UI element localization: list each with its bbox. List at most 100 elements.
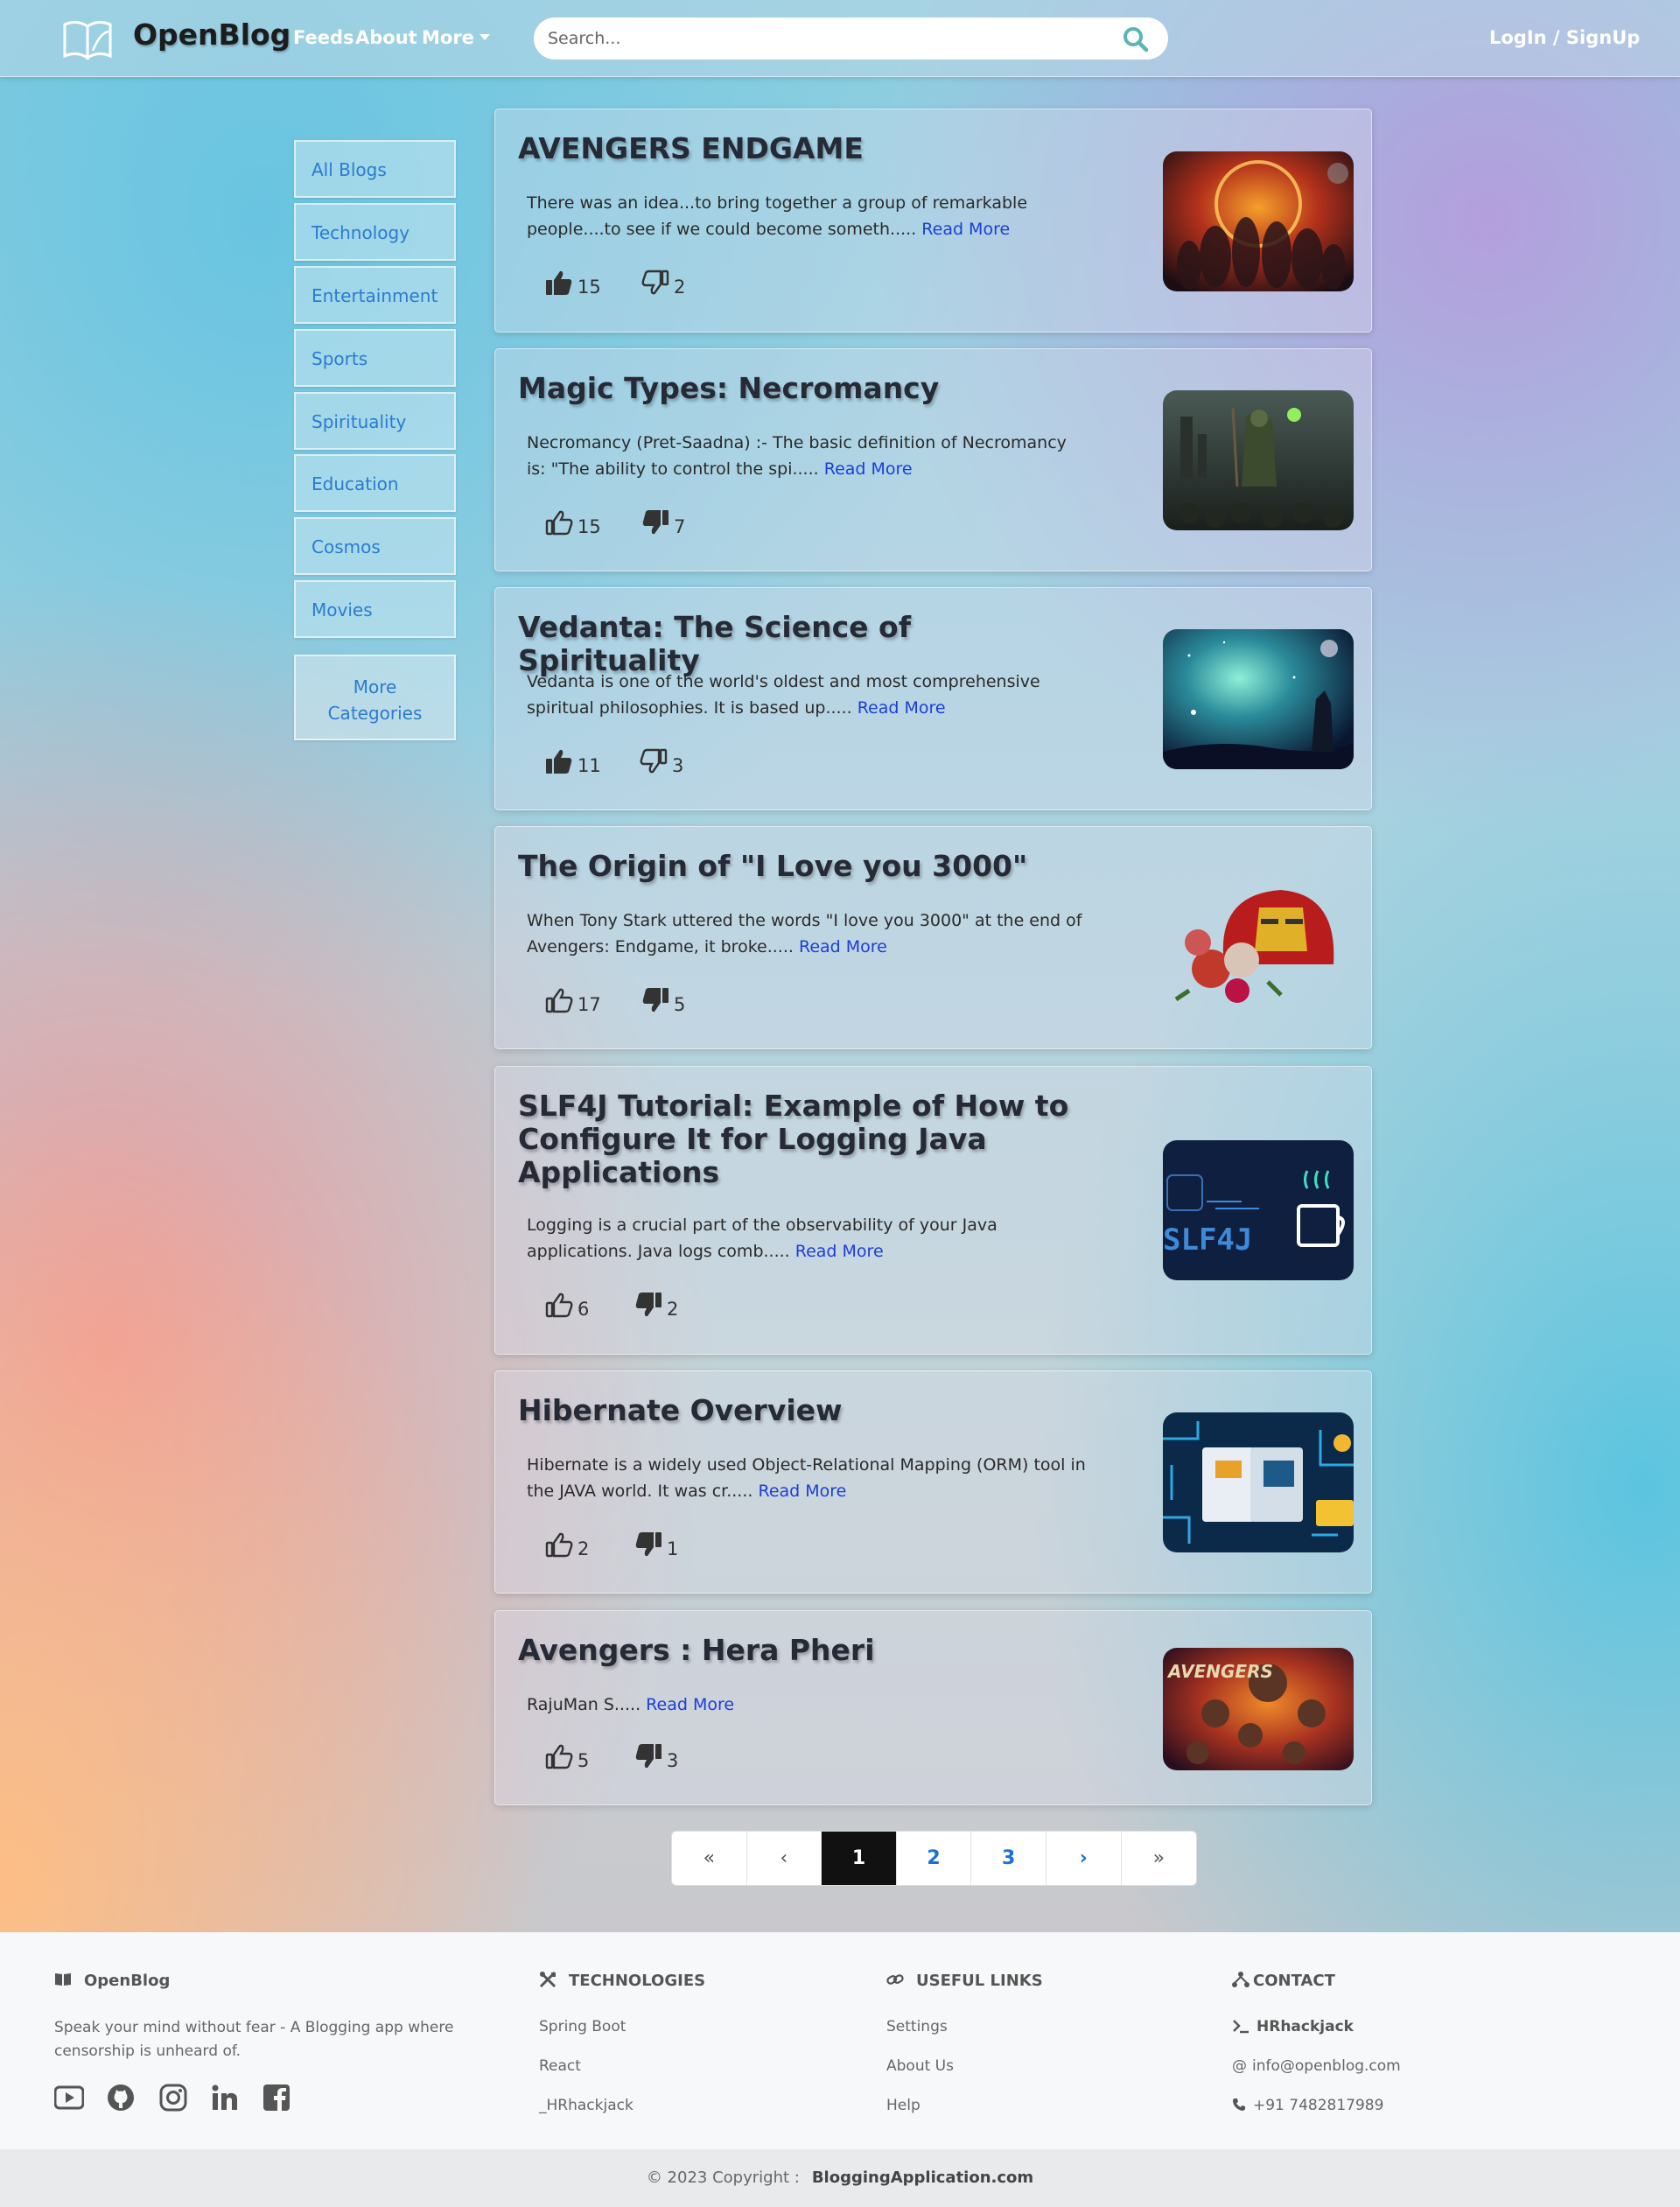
youtube-icon[interactable] <box>54 2083 84 2112</box>
github-icon[interactable] <box>106 2083 136 2112</box>
ironman-helmet-image[interactable] <box>1163 868 1354 1008</box>
link-icon <box>886 1974 904 1985</box>
dislike-button[interactable]: 7 <box>640 508 685 537</box>
like-button[interactable]: 6 <box>544 1291 589 1320</box>
dislike-button[interactable]: 2 <box>640 269 685 298</box>
category-movies[interactable]: Movies <box>294 580 456 638</box>
post-excerpt-text: Logging is a crucial part of the observa… <box>527 1216 998 1261</box>
page-2-button[interactable]: 2 <box>896 1832 972 1885</box>
post-title[interactable]: Vedanta: The Science of Spirituality <box>518 611 1078 677</box>
read-more-link[interactable]: Read More <box>858 698 946 718</box>
more-categories-button[interactable]: More Categories <box>294 655 456 740</box>
dislike-button[interactable]: 5 <box>640 986 685 1015</box>
category-spirituality[interactable]: Spirituality <box>294 392 456 450</box>
book-icon <box>55 1973 71 1986</box>
footer-link-react[interactable]: React <box>539 2057 581 2075</box>
dislike-count: 1 <box>667 1538 679 1559</box>
post-title[interactable]: SLF4J Tutorial: Example of How to Config… <box>518 1089 1078 1189</box>
post-title[interactable]: Magic Types: Necromancy <box>518 372 1078 405</box>
post-title[interactable]: AVENGERS ENDGAME <box>518 132 1078 165</box>
post-excerpt: There was an idea...to bring together a … <box>527 190 1087 242</box>
contact-email[interactable]: @ info@openblog.com <box>1232 2057 1401 2075</box>
read-more-link[interactable]: Read More <box>795 1242 884 1261</box>
footer-link-settings[interactable]: Settings <box>886 2018 948 2035</box>
post-excerpt: Vedanta is one of the world's oldest and… <box>527 669 1087 721</box>
like-button[interactable]: 15 <box>544 508 601 537</box>
linkedin-icon[interactable] <box>210 2083 240 2112</box>
login-signup-link[interactable]: LogIn / SignUp <box>1489 27 1640 48</box>
dislike-button[interactable]: 1 <box>634 1531 678 1559</box>
facebook-icon[interactable] <box>262 2083 291 2112</box>
instagram-icon[interactable] <box>158 2083 188 2112</box>
terminal-icon <box>1233 2020 1249 2034</box>
page-3-button[interactable]: 3 <box>971 1832 1046 1885</box>
thumbs-up-filled-icon <box>544 269 574 297</box>
footer-tagline: Speak your mind without fear - A Bloggin… <box>54 2019 454 2060</box>
dislike-button[interactable]: 2 <box>634 1291 678 1320</box>
hera-pheri-poster-image[interactable]: AVENGERS <box>1163 1648 1354 1770</box>
read-more-link[interactable]: Read More <box>646 1695 734 1714</box>
poster-title-text: AVENGERS <box>1166 1661 1273 1682</box>
at-sign-icon: @ <box>1232 2057 1247 2075</box>
useful-links-heading-text: USEFUL LINKS <box>916 1972 1043 1990</box>
like-button[interactable]: 11 <box>544 747 601 776</box>
like-button[interactable]: 2 <box>544 1531 589 1559</box>
brand-name[interactable]: OpenBlog <box>133 18 290 52</box>
nav-about[interactable]: About <box>355 27 417 48</box>
like-count: 6 <box>578 1299 590 1320</box>
read-more-link[interactable]: Read More <box>799 937 887 956</box>
nav-more-dropdown[interactable]: More <box>422 27 490 48</box>
category-entertainment[interactable]: Entertainment <box>294 266 456 324</box>
page-next-button[interactable]: › <box>1046 1832 1122 1885</box>
read-more-link[interactable]: Read More <box>921 220 1010 239</box>
nav-feeds[interactable]: Feeds <box>293 27 354 48</box>
avengers-poster-image[interactable] <box>1163 151 1354 291</box>
contact-phone[interactable]: +91 7482817989 <box>1232 2097 1383 2114</box>
search-icon[interactable] <box>1122 25 1150 53</box>
footer-link-about-us[interactable]: About Us <box>886 2057 954 2075</box>
footer-link-help[interactable]: Help <box>886 2097 920 2114</box>
useful-links-heading: USEFUL LINKS <box>886 1971 1043 1990</box>
post-title[interactable]: Avengers : Hera Pheri <box>518 1634 1078 1667</box>
dislike-button[interactable]: 3 <box>639 747 683 776</box>
category-technology[interactable]: Technology <box>294 203 456 261</box>
slf4j-banner-image[interactable]: SLF4J <box>1163 1140 1354 1280</box>
page-prev-button[interactable]: ‹ <box>746 1832 822 1885</box>
thumbs-up-outline-icon <box>544 1742 574 1770</box>
page-last-button[interactable]: » <box>1121 1832 1197 1885</box>
category-sports[interactable]: Sports <box>294 329 456 387</box>
read-more-link[interactable]: Read More <box>824 459 913 479</box>
category-cosmos[interactable]: Cosmos <box>294 517 456 575</box>
post-title[interactable]: The Origin of "I Love you 3000" <box>518 850 1078 883</box>
footer-brand-heading: OpenBlog <box>54 1971 170 1990</box>
page-1-button[interactable]: 1 <box>822 1832 897 1885</box>
open-book-logo-icon[interactable] <box>61 18 114 61</box>
pagination: « ‹ 1 2 3 › » <box>671 1831 1198 1886</box>
like-count: 15 <box>578 277 601 298</box>
necromancer-art-image[interactable] <box>1163 390 1354 530</box>
contact-name[interactable]: HRhackjack <box>1232 2018 1354 2035</box>
search-input[interactable] <box>548 25 1108 52</box>
dislike-button[interactable]: 3 <box>634 1742 678 1771</box>
post-title[interactable]: Hibernate Overview <box>518 1394 1078 1427</box>
footer-link-hrhackjack[interactable]: _HRhackjack <box>539 2097 634 2114</box>
dislike-count: 3 <box>672 755 684 776</box>
post-card: AVENGERS ENDGAME There was an idea...to … <box>494 109 1372 333</box>
copyright-site-link[interactable]: BloggingApplication.com <box>812 2168 1033 2187</box>
read-more-link[interactable]: Read More <box>758 1482 846 1501</box>
post-excerpt-text: Vedanta is one of the world's oldest and… <box>527 672 1040 718</box>
footer-link-spring-boot[interactable]: Spring Boot <box>539 2018 626 2035</box>
post-excerpt: Logging is a crucial part of the observa… <box>527 1212 1087 1265</box>
cosmos-art-image[interactable] <box>1163 629 1354 769</box>
category-all-blogs[interactable]: All Blogs <box>294 140 456 198</box>
like-button[interactable]: 5 <box>544 1742 589 1771</box>
navbar: OpenBlog Feeds About More LogIn / SignUp <box>0 0 1680 77</box>
category-education[interactable]: Education <box>294 454 456 512</box>
page-first-button[interactable]: « <box>672 1832 747 1885</box>
like-button[interactable]: 17 <box>544 986 601 1015</box>
circuit-art-image[interactable] <box>1163 1412 1354 1552</box>
technologies-heading: TECHNOLOGIES <box>539 1971 705 1990</box>
like-button[interactable]: 15 <box>544 269 601 298</box>
like-count: 17 <box>578 994 601 1015</box>
post-excerpt-text: Necromancy (Pret-Saadna) :- The basic de… <box>527 433 1067 479</box>
